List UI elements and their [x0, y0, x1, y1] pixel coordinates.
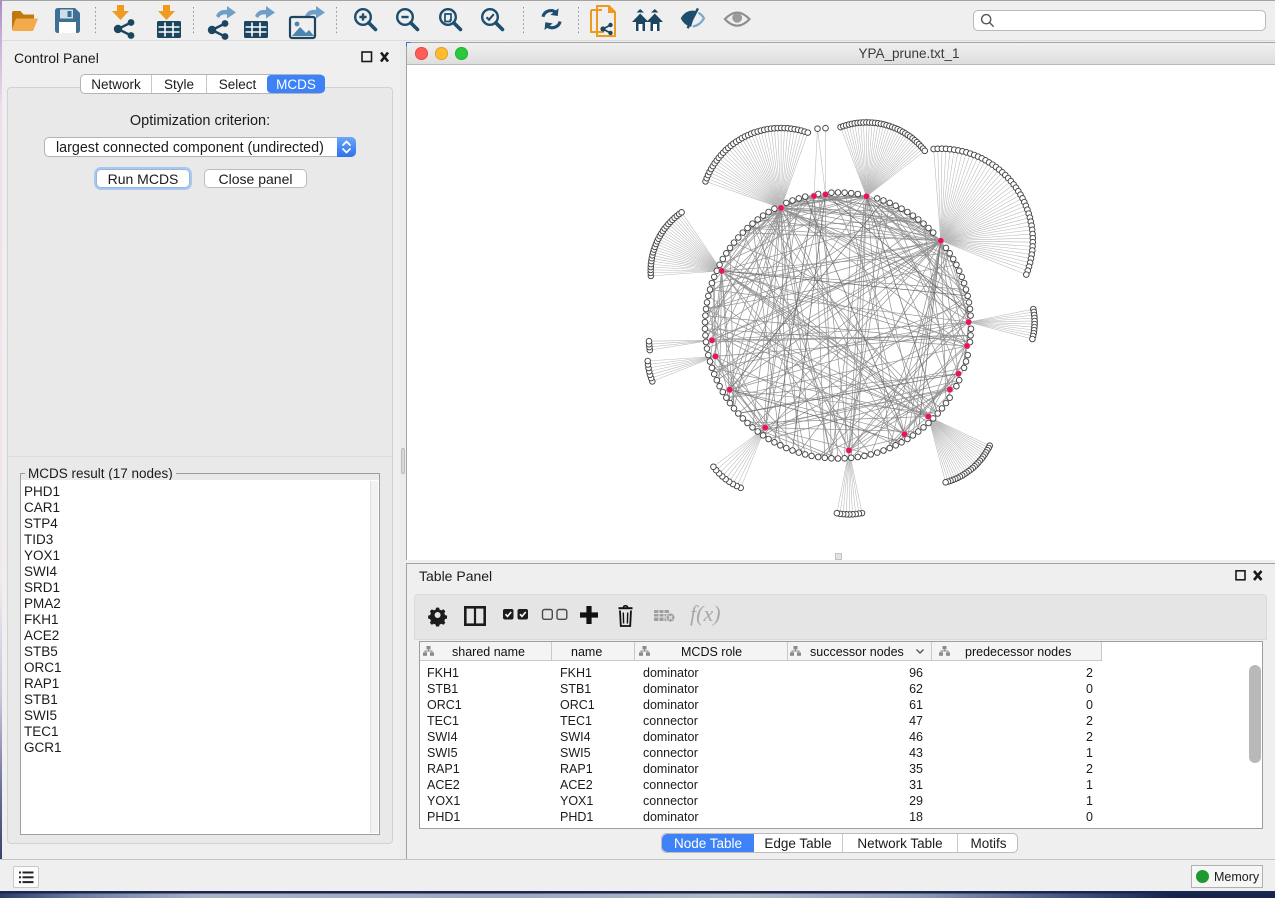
svg-text:f(x): f(x): [690, 601, 721, 626]
